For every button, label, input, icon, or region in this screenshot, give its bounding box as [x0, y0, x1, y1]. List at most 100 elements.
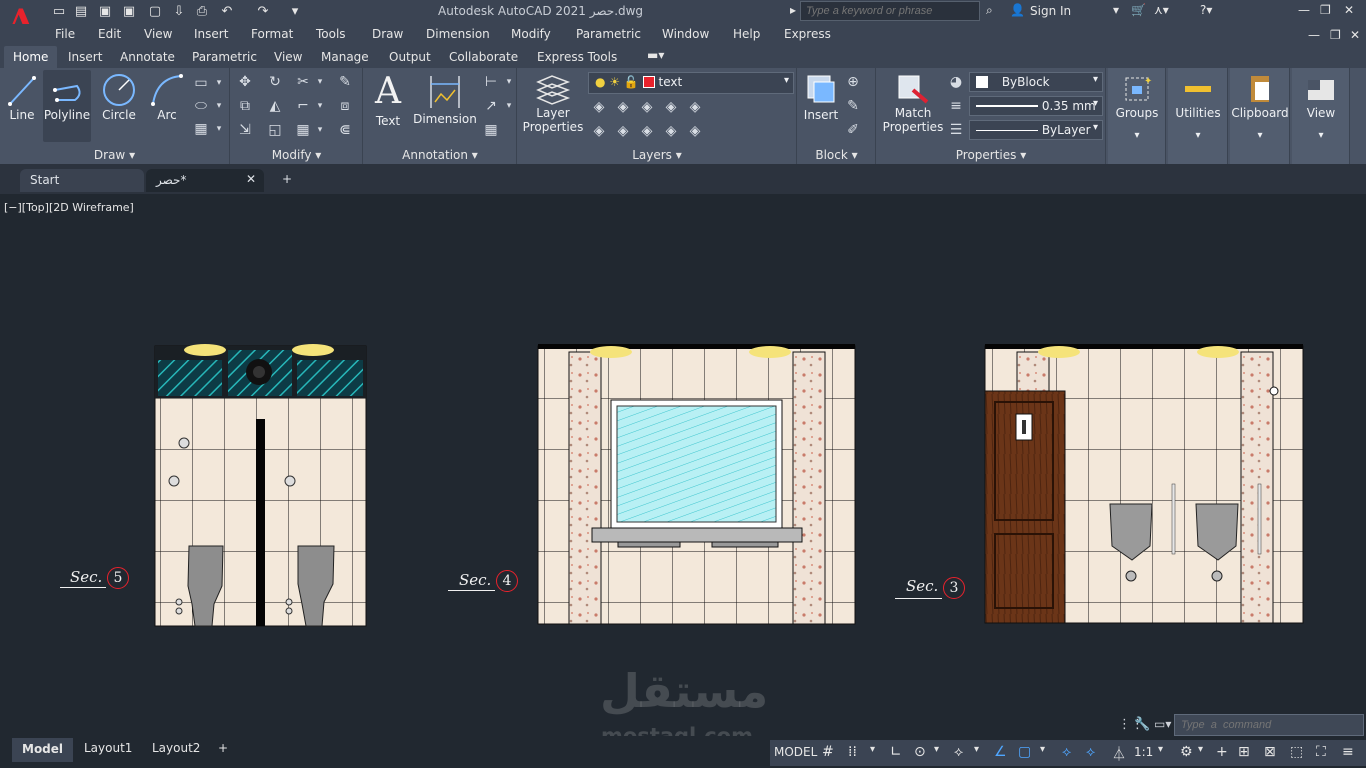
- menu-help[interactable]: Help: [733, 27, 760, 41]
- scale-icon[interactable]: ◱: [266, 121, 284, 139]
- search-input[interactable]: [800, 1, 980, 21]
- new-layout-button[interactable]: +: [218, 741, 228, 755]
- tab-express-tools[interactable]: Express Tools: [537, 50, 617, 64]
- view-button[interactable]: View ▾: [1292, 72, 1350, 141]
- panel-modify-title[interactable]: Modify ▾: [231, 148, 362, 162]
- section-3-elevation[interactable]: [984, 344, 1304, 624]
- tab-start[interactable]: Start: [20, 169, 144, 192]
- isodraft-icon[interactable]: ⟡: [954, 744, 963, 760]
- layer-tool-icon-1[interactable]: ◈: [590, 98, 608, 116]
- trim-icon[interactable]: ✂: [294, 73, 312, 91]
- mirror-icon[interactable]: ◭: [266, 97, 284, 115]
- doc-restore-icon[interactable]: ❐: [1330, 28, 1341, 42]
- ortho-icon[interactable]: ∟: [890, 744, 902, 760]
- panel-annotation-title[interactable]: Annotation ▾: [364, 148, 516, 162]
- chevron-down-icon[interactable]: ▾: [974, 744, 979, 755]
- line-button[interactable]: Line: [4, 72, 40, 122]
- menu-window[interactable]: Window: [662, 27, 709, 41]
- move-icon[interactable]: ✥: [236, 73, 254, 91]
- plot-icon[interactable]: ⎙: [193, 3, 211, 21]
- redo-icon[interactable]: ↷: [254, 3, 272, 21]
- panel-draw-title[interactable]: Draw ▾: [0, 148, 229, 162]
- doc-minimize-icon[interactable]: —: [1308, 28, 1320, 42]
- insert-block-button[interactable]: Insert: [800, 70, 842, 122]
- dimension-button[interactable]: Dimension: [412, 72, 478, 126]
- help-icon[interactable]: ?▾: [1200, 3, 1212, 17]
- tab-layout2[interactable]: Layout2: [152, 741, 200, 755]
- layer-tool-icon-3[interactable]: ◈: [638, 98, 656, 116]
- panel-block-title[interactable]: Block ▾: [798, 148, 875, 162]
- tab-annotate[interactable]: Annotate: [120, 50, 175, 64]
- close-icon[interactable]: ✕: [246, 172, 256, 186]
- menu-parametric[interactable]: Parametric: [576, 27, 641, 41]
- customization-menu-icon[interactable]: ≡: [1342, 744, 1354, 760]
- layer-properties-button[interactable]: Layer Properties: [520, 72, 586, 134]
- menu-view[interactable]: View: [144, 27, 172, 41]
- copy-icon[interactable]: ⧉: [236, 97, 254, 115]
- utilities-button[interactable]: Utilities ▾: [1168, 72, 1228, 141]
- annotation-scale-icon[interactable]: ⏃: [1112, 744, 1126, 764]
- layer-tool-icon-6[interactable]: ◈: [590, 122, 608, 140]
- layer-tool-icon-8[interactable]: ◈: [638, 122, 656, 140]
- panel-groups[interactable]: ✦ Groups ▾: [1108, 68, 1166, 164]
- tab-manage[interactable]: Manage: [321, 50, 369, 64]
- chevron-down-icon[interactable]: ▾: [311, 73, 329, 91]
- command-history-icon[interactable]: ▭▾: [1154, 717, 1171, 731]
- menu-edit[interactable]: Edit: [98, 27, 121, 41]
- chevron-down-icon[interactable]: ▾: [210, 120, 228, 138]
- panel-layers-title[interactable]: Layers ▾: [518, 148, 796, 162]
- layer-tool-icon-4[interactable]: ◈: [662, 98, 680, 116]
- layer-tool-icon-7[interactable]: ◈: [614, 122, 632, 140]
- export-icon[interactable]: ▢: [146, 3, 164, 21]
- panel-properties-title[interactable]: Properties ▾: [877, 148, 1105, 162]
- array-icon[interactable]: ▦: [294, 121, 312, 139]
- tab-insert[interactable]: Insert: [68, 50, 102, 64]
- menu-express[interactable]: Express: [784, 27, 831, 41]
- open-file-icon[interactable]: ▤: [72, 3, 90, 21]
- edit-attributes-icon[interactable]: ✐: [844, 121, 862, 139]
- clipboard-button[interactable]: Clipboard ▾: [1230, 72, 1290, 141]
- command-input[interactable]: [1174, 714, 1364, 736]
- chevron-down-icon[interactable]: ▾: [934, 744, 939, 755]
- menu-draw[interactable]: Draw: [372, 27, 403, 41]
- save-icon[interactable]: ▣: [96, 3, 114, 21]
- rotate-icon[interactable]: ↻: [266, 73, 284, 91]
- annotation-monitor-icon[interactable]: +: [1216, 744, 1228, 760]
- panel-clipboard[interactable]: Clipboard ▾: [1230, 68, 1290, 164]
- autodesk-a360-icon[interactable]: ⋏▾: [1154, 3, 1169, 17]
- model-space-button[interactable]: MODEL: [774, 745, 817, 759]
- chevron-down-icon[interactable]: ▾: [1040, 744, 1045, 755]
- chevron-down-icon[interactable]: ▾: [311, 121, 329, 139]
- color-dropdown[interactable]: ByBlock ▾: [969, 72, 1103, 92]
- section-5-elevation[interactable]: [154, 344, 367, 627]
- annotation-visibility-icon[interactable]: ⟡: [1062, 744, 1071, 760]
- tab-drawing[interactable]: حصر* ✕: [146, 169, 264, 192]
- chevron-down-icon[interactable]: ▾: [870, 744, 875, 755]
- leader-icon[interactable]: ↗: [482, 97, 500, 115]
- new-tab-button[interactable]: +: [272, 168, 302, 191]
- linetype-dropdown[interactable]: ByLayer ▾: [969, 120, 1103, 140]
- auto-scale-icon[interactable]: ⟡: [1086, 744, 1095, 760]
- create-block-icon[interactable]: ⊕: [844, 73, 862, 91]
- tab-model[interactable]: Model: [12, 738, 74, 762]
- tab-home[interactable]: Home: [4, 46, 58, 68]
- layer-dropdown[interactable]: ● ☀ 🔓 text ▾: [588, 72, 794, 94]
- layer-tool-icon-9[interactable]: ◈: [662, 122, 680, 140]
- tab-collaborate[interactable]: Collaborate: [449, 50, 518, 64]
- chevron-down-icon[interactable]: ▾: [1158, 744, 1163, 755]
- ribbon-minimize-icon[interactable]: ▬▾: [647, 48, 664, 62]
- circle-button[interactable]: Circle: [98, 72, 140, 122]
- chevron-down-icon[interactable]: ▾: [311, 97, 329, 115]
- layer-tool-icon-2[interactable]: ◈: [614, 98, 632, 116]
- edit-block-icon[interactable]: ✎: [844, 97, 862, 115]
- polar-icon[interactable]: ⊙: [914, 744, 926, 760]
- section-4-elevation[interactable]: [537, 344, 856, 625]
- rectangle-icon[interactable]: ▭: [192, 74, 210, 92]
- isolate-objects-icon[interactable]: ⬚: [1290, 744, 1303, 760]
- chevron-down-icon[interactable]: ▾: [210, 74, 228, 92]
- tab-output[interactable]: Output: [389, 50, 431, 64]
- tab-layout1[interactable]: Layout1: [84, 741, 132, 755]
- grid-icon[interactable]: #: [822, 744, 834, 760]
- groups-button[interactable]: ✦ Groups ▾: [1108, 72, 1166, 141]
- menu-dimension[interactable]: Dimension: [426, 27, 490, 41]
